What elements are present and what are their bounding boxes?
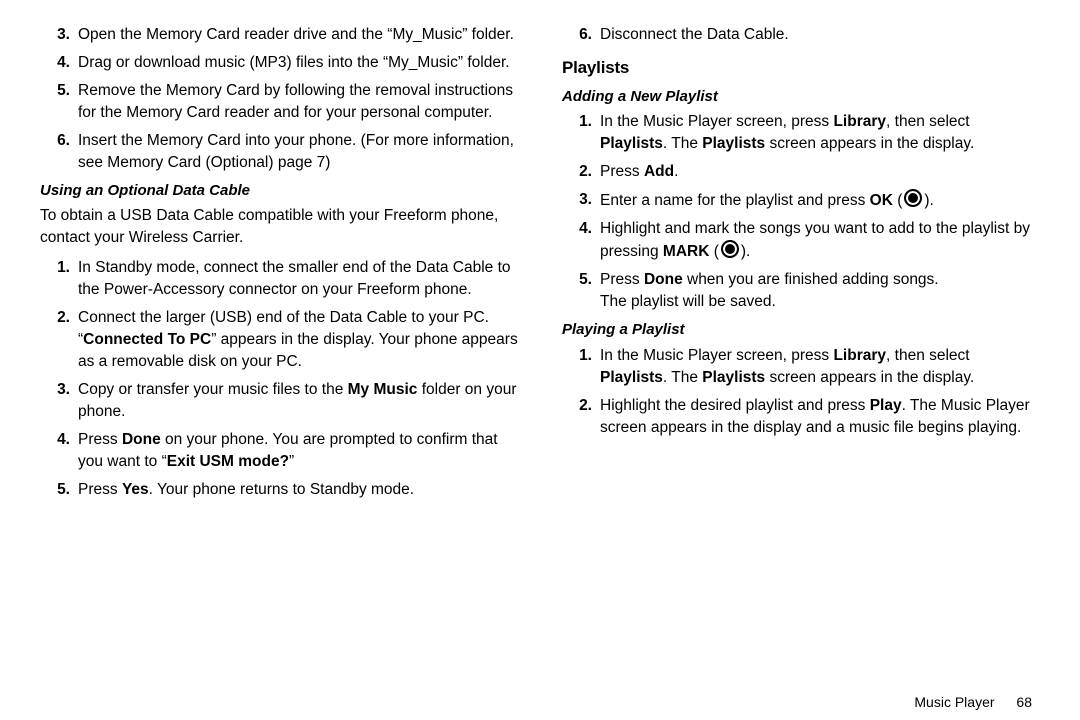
heading-playlists: Playlists xyxy=(562,56,1040,80)
list-text: Highlight and mark the songs you want to… xyxy=(600,220,1030,260)
list-data-cable: 1. In Standby mode, connect the smaller e… xyxy=(40,257,518,501)
list-item: 5. Remove the Memory Card by following th… xyxy=(40,80,518,124)
subheading-play-playlist: Playing a Playlist xyxy=(562,319,1040,340)
list-number: 3. xyxy=(40,379,70,401)
list-text: Drag or download music (MP3) files into … xyxy=(78,54,510,71)
list-text: Copy or transfer your music files to the… xyxy=(78,381,517,420)
list-memory-card: 3. Open the Memory Card reader drive and … xyxy=(40,24,518,174)
list-number: 1. xyxy=(562,345,592,367)
list-item: 4. Press Done on your phone. You are prom… xyxy=(40,429,518,473)
list-item: 6. Disconnect the Data Cable. xyxy=(562,24,1040,46)
right-column: 6. Disconnect the Data Cable. Playlists A… xyxy=(562,24,1040,688)
footer-section: Music Player xyxy=(914,694,994,710)
subheading-add-playlist: Adding a New Playlist xyxy=(562,86,1040,107)
list-text: Enter a name for the playlist and press … xyxy=(600,192,934,209)
list-number: 6. xyxy=(40,130,70,152)
list-text: Press Yes. Your phone returns to Standby… xyxy=(78,481,414,498)
page-footer: Music Player 68 xyxy=(40,694,1040,710)
list-item: 3. Open the Memory Card reader drive and … xyxy=(40,24,518,46)
center-key-icon xyxy=(721,240,739,258)
center-key-icon xyxy=(904,189,922,207)
list-number: 4. xyxy=(40,52,70,74)
list-text: In Standby mode, connect the smaller end… xyxy=(78,259,511,298)
list-number: 4. xyxy=(562,218,592,240)
list-number: 1. xyxy=(562,111,592,133)
list-number: 3. xyxy=(40,24,70,46)
list-item: 1. In the Music Player screen, press Libr… xyxy=(562,345,1040,389)
list-text: Insert the Memory Card into your phone. … xyxy=(78,132,514,171)
list-text: Press Done when you are finished adding … xyxy=(600,271,939,310)
list-number: 5. xyxy=(562,269,592,291)
subheading-data-cable: Using an Optional Data Cable xyxy=(40,180,518,201)
list-text: In the Music Player screen, press Librar… xyxy=(600,113,974,152)
list-item: 4. Drag or download music (MP3) files int… xyxy=(40,52,518,74)
list-text: In the Music Player screen, press Librar… xyxy=(600,347,974,386)
list-text: Connect the larger (USB) end of the Data… xyxy=(78,309,518,370)
list-number: 5. xyxy=(40,80,70,102)
list-item: 2. Highlight the desired playlist and pre… xyxy=(562,395,1040,439)
list-item: 4. Highlight and mark the songs you want … xyxy=(562,218,1040,263)
list-item: 2. Connect the larger (USB) end of the Da… xyxy=(40,307,518,373)
list-item: 5. Press Yes. Your phone returns to Stand… xyxy=(40,479,518,501)
list-number: 2. xyxy=(40,307,70,329)
list-text: Remove the Memory Card by following the … xyxy=(78,82,513,121)
list-text: Press Done on your phone. You are prompt… xyxy=(78,431,498,470)
list-item: 1. In the Music Player screen, press Libr… xyxy=(562,111,1040,155)
list-item: 2. Press Add. xyxy=(562,161,1040,183)
left-column: 3. Open the Memory Card reader drive and … xyxy=(40,24,518,688)
list-number: 4. xyxy=(40,429,70,451)
list-play-playlist: 1. In the Music Player screen, press Libr… xyxy=(562,345,1040,439)
list-add-playlist: 1. In the Music Player screen, press Libr… xyxy=(562,111,1040,313)
list-number: 6. xyxy=(562,24,592,46)
paragraph-data-cable: To obtain a USB Data Cable compatible wi… xyxy=(40,205,518,249)
list-item: 6. Insert the Memory Card into your phone… xyxy=(40,130,518,174)
list-item: 5. Press Done when you are finished addin… xyxy=(562,269,1040,313)
list-item: 3. Enter a name for the playlist and pres… xyxy=(562,189,1040,212)
list-number: 1. xyxy=(40,257,70,279)
list-disconnect: 6. Disconnect the Data Cable. xyxy=(562,24,1040,46)
list-text: Highlight the desired playlist and press… xyxy=(600,397,1030,436)
list-number: 5. xyxy=(40,479,70,501)
list-number: 3. xyxy=(562,189,592,211)
list-text: Open the Memory Card reader drive and th… xyxy=(78,26,514,43)
manual-page: 3. Open the Memory Card reader drive and … xyxy=(0,0,1080,720)
list-number: 2. xyxy=(562,161,592,183)
footer-page-number: 68 xyxy=(1016,694,1032,710)
list-text: Disconnect the Data Cable. xyxy=(600,26,789,43)
list-number: 2. xyxy=(562,395,592,417)
list-text: Press Add. xyxy=(600,163,678,180)
list-item: 1. In Standby mode, connect the smaller e… xyxy=(40,257,518,301)
list-item: 3. Copy or transfer your music files to t… xyxy=(40,379,518,423)
